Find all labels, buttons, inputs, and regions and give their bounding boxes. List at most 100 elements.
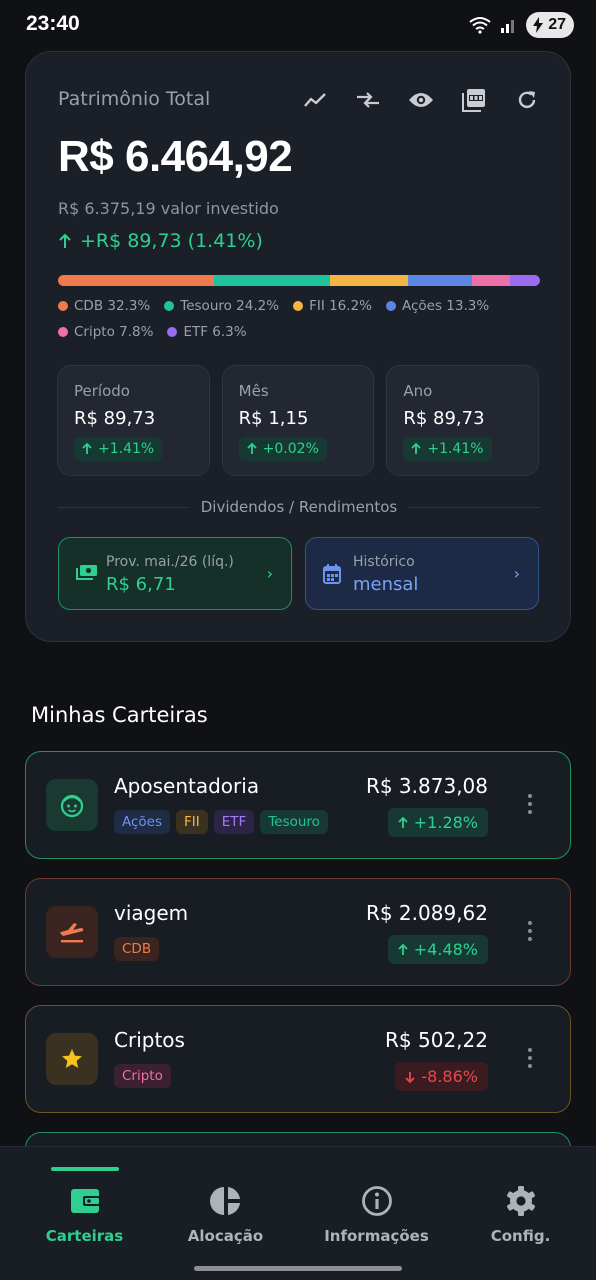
- legend-item: CDB 32.3%: [58, 298, 150, 314]
- chevron-right-icon: ›: [266, 564, 273, 583]
- trend-chart-icon[interactable]: [301, 86, 328, 113]
- legend-label: ETF 6.3%: [183, 324, 247, 340]
- period-change: +1.41%: [427, 441, 484, 457]
- wifi-icon: [469, 17, 491, 34]
- legend-item: FII 16.2%: [293, 298, 372, 314]
- arrow-up-icon: [82, 443, 92, 454]
- period-box-year[interactable]: Ano R$ 89,73 +1.41%: [386, 365, 540, 476]
- period-returns: Período R$ 89,73 +1.41% Mês R$ 1,15 +0.0…: [57, 365, 540, 476]
- history-value: mensal: [353, 574, 419, 595]
- arrow-up-icon: [59, 233, 71, 248]
- signal-icon: [501, 20, 515, 33]
- asset-tag: CDB: [114, 937, 160, 961]
- dividend-history-button[interactable]: Histórico mensal ›: [305, 537, 539, 610]
- wallet-tags: Cripto: [114, 1064, 171, 1088]
- star-icon: [46, 1033, 98, 1085]
- legend-label: Ações 13.3%: [401, 298, 490, 314]
- indicator-placeholder: [487, 1167, 555, 1171]
- provisioned-dividends-button[interactable]: Prov. mai./26 (líq.) R$ 6,71 ›: [58, 537, 292, 610]
- dividends-divider: Dividendos / Rendimentos: [58, 498, 540, 516]
- wallet-value: R$ 502,22: [385, 1028, 488, 1052]
- gear-icon: [505, 1183, 537, 1219]
- nav-label: Informações: [324, 1227, 429, 1245]
- more-vert-icon[interactable]: [528, 794, 532, 814]
- eye-icon[interactable]: [407, 86, 434, 113]
- indicator-placeholder: [343, 1167, 411, 1171]
- chevron-right-icon: ›: [513, 564, 520, 583]
- clock: 23:40: [26, 12, 80, 35]
- period-change-badge: +1.41%: [74, 437, 163, 461]
- legend-item: Ações 13.3%: [385, 298, 490, 314]
- period-change-badge: +1.41%: [403, 437, 492, 461]
- legend-label: CDB 32.3%: [74, 298, 151, 314]
- nav-item-config[interactable]: Config.: [446, 1147, 595, 1257]
- face-icon: [46, 779, 98, 831]
- period-box-month[interactable]: Mês R$ 1,15 +0.02%: [221, 365, 375, 476]
- legend-item: ETF 6.3%: [167, 324, 247, 340]
- wallet-name: Aposentadoria: [114, 774, 260, 798]
- transfer-icon[interactable]: [354, 86, 381, 113]
- wallet-card-viagem[interactable]: viagem CDB R$ 2.089,62 +4.48%: [25, 878, 571, 986]
- legend-label: FII 16.2%: [309, 298, 372, 314]
- period-value: R$ 89,73: [74, 408, 156, 429]
- airplane-icon: [46, 906, 98, 958]
- legend-dot: [167, 327, 178, 337]
- wallet-tags: Ações FII ETF Tesouro: [114, 810, 328, 834]
- more-vert-icon[interactable]: [528, 921, 532, 941]
- asset-tag: Ações: [114, 810, 171, 834]
- nav-label: Alocação: [187, 1227, 264, 1245]
- charging-bolt-icon: [533, 17, 544, 33]
- gain-text: +R$ 89,73 (1.41%): [80, 230, 263, 252]
- allocation-segment: [213, 275, 331, 286]
- card-title: Patrimônio Total: [58, 88, 211, 110]
- allocation-segment: [472, 275, 510, 286]
- nav-item-alocacao[interactable]: Alocação: [151, 1147, 300, 1257]
- asset-tag: Tesouro: [260, 810, 328, 834]
- wallet-value: R$ 3.873,08: [365, 774, 488, 798]
- cash-icon: [76, 565, 97, 580]
- legend-label: Tesouro 24.2%: [180, 298, 280, 314]
- legend-item: Cripto 7.8%: [58, 324, 153, 340]
- period-change: +1.41%: [98, 441, 155, 457]
- total-value: R$ 6.464,92: [58, 132, 293, 181]
- status-bar: 23:40 27: [0, 0, 596, 50]
- divider-line: [58, 506, 189, 508]
- wallet-name: Criptos: [114, 1028, 185, 1052]
- nav-item-carteiras[interactable]: Carteiras: [10, 1147, 159, 1257]
- legend-dot: [385, 301, 396, 311]
- pie-chart-icon: [209, 1183, 242, 1219]
- allocation-bar: [58, 275, 540, 286]
- wallet-card-criptos[interactable]: Criptos Cripto R$ 502,22 -8.86%: [25, 1005, 571, 1113]
- wallet-change-badge: +4.48%: [387, 935, 488, 964]
- wallet-change-badge: +1.28%: [387, 808, 488, 837]
- wallet-value: R$ 2.089,62: [365, 901, 488, 925]
- period-value: R$ 89,73: [403, 408, 485, 429]
- period-change-badge: +0.02%: [238, 437, 327, 461]
- battery-level: 27: [548, 16, 566, 33]
- indicator-placeholder: [192, 1167, 260, 1171]
- card-actions: [301, 86, 540, 113]
- period-change: +0.02%: [262, 441, 319, 457]
- more-vert-icon[interactable]: [528, 1048, 532, 1068]
- wallet-icon: [69, 1183, 101, 1219]
- wallet-tags: CDB: [114, 937, 160, 961]
- wallet-change: +4.48%: [413, 940, 478, 959]
- period-label: Mês: [238, 382, 269, 400]
- divider-line: [409, 506, 540, 508]
- refresh-icon[interactable]: [513, 86, 540, 113]
- home-indicator[interactable]: [194, 1266, 402, 1271]
- wallet-card-aposentadoria[interactable]: Aposentadoria Ações FII ETF Tesouro R$ 3…: [25, 751, 571, 859]
- wallet-change: -8.86%: [421, 1067, 478, 1086]
- calendar-icon: [323, 564, 341, 584]
- provisioned-value: R$ 6,71: [106, 574, 176, 595]
- arrow-up-icon: [398, 816, 408, 828]
- wallet-change: +1.28%: [413, 813, 478, 832]
- allocation-segment: [330, 275, 409, 286]
- bottom-navigation: Carteiras Alocação Informações Config.: [0, 1146, 596, 1280]
- history-label: Histórico: [353, 554, 415, 570]
- asset-tag: ETF: [213, 810, 255, 834]
- period-box-period[interactable]: Período R$ 89,73 +1.41%: [57, 365, 210, 476]
- pdf-icon[interactable]: [460, 86, 487, 113]
- period-label: Período: [74, 382, 130, 400]
- nav-item-informacoes[interactable]: Informações: [302, 1147, 451, 1257]
